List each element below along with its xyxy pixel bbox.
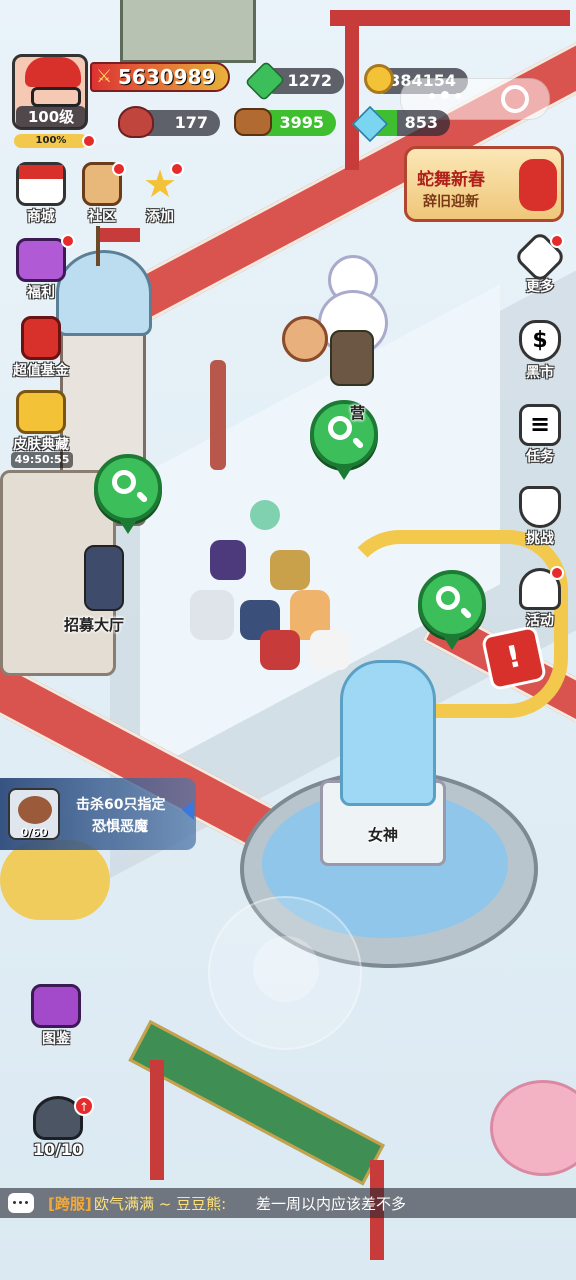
camp-npc[interactable] [330, 330, 374, 386]
drum [282, 316, 328, 362]
quest-text-line1: 击杀60只指定 [76, 797, 166, 813]
add-label: 添加 [146, 209, 174, 225]
event-subtitle: 辞旧迎新 [423, 194, 479, 210]
black-market-button[interactable]: $ 黑市 [512, 320, 568, 382]
event-character-icon [519, 159, 557, 211]
close-mini-program-icon[interactable] [501, 85, 529, 113]
tasks-label: 任务 [526, 449, 554, 465]
codex-button[interactable]: 图鉴 [20, 984, 92, 1048]
heroes-button[interactable]: 10/10 ↑ [22, 1096, 94, 1159]
skin-collection-button[interactable]: 皮肤典藏 49:50:55 [5, 390, 77, 468]
notification-dot [82, 134, 96, 148]
chat-bar[interactable]: [跨服] 欧气满满 ~ 豆豆熊: 差一周以内应该差不多 [0, 1188, 576, 1218]
chat-bubble-icon[interactable] [8, 1193, 34, 1213]
zoom-marker[interactable] [418, 570, 486, 650]
codex-label: 图鉴 [42, 1031, 70, 1047]
value-fund-label: 超值基金 [13, 363, 69, 379]
challenge-button[interactable]: 挑战 [512, 486, 568, 548]
events-button[interactable]: 活动 [512, 566, 568, 630]
recruit-npc[interactable] [84, 545, 124, 611]
exp-percent: 100% [35, 135, 67, 146]
bare-tree [210, 360, 226, 470]
power-value: 5630989 [118, 65, 216, 89]
money-bag-icon: $ [519, 320, 561, 362]
shop-icon [16, 162, 66, 206]
flag [100, 228, 140, 242]
chat-sender: 欧气满满 ~ 豆豆熊: [94, 1195, 227, 1213]
challenge-label: 挑战 [526, 531, 554, 547]
chat-message: 差一周以内应该差不多 [256, 1195, 407, 1213]
events-label: 活动 [526, 613, 554, 629]
notification-dot [550, 234, 564, 248]
value-fund-button[interactable]: 超值基金 [5, 316, 77, 380]
more-dots-icon[interactable] [429, 93, 435, 99]
zoom-marker[interactable] [310, 400, 378, 480]
notification-dot [170, 162, 184, 176]
codex-book-icon [31, 984, 81, 1028]
gate-pillar [150, 1060, 164, 1180]
hero-party[interactable] [180, 500, 360, 680]
zoom-marker[interactable] [94, 454, 162, 534]
event-banner[interactable]: 蛇舞新春 辞旧迎新 [404, 146, 564, 222]
more-button[interactable]: 更多 [512, 230, 568, 296]
event-title: 蛇舞新春 [417, 170, 485, 190]
alert-icon[interactable]: ! [480, 624, 548, 692]
red-arch [330, 10, 570, 26]
quest-text-line2: 恐惧恶魔 [92, 819, 148, 835]
temple [120, 0, 256, 63]
shield-icon [519, 486, 561, 528]
fund-icon [21, 316, 61, 360]
quest-progress: 0/60 [20, 826, 48, 839]
collapse-arrow-icon[interactable] [182, 800, 194, 820]
quest-tracker[interactable]: 0/60 击杀60只指定 恐惧恶魔 [0, 778, 196, 850]
add-button[interactable]: ★ 添加 [124, 162, 196, 226]
camp-label: 营 [350, 404, 366, 422]
wood-log-icon [234, 108, 272, 136]
chat-channel: [跨服] [48, 1195, 92, 1213]
goddess-label[interactable]: 女神 [368, 824, 398, 845]
upgrade-arrow-icon: ↑ [74, 1096, 94, 1116]
power-display: ⚔ 5630989 [90, 62, 230, 92]
tasks-button[interactable]: ≡ 任务 [512, 404, 568, 466]
chest-icon [16, 390, 66, 434]
recruit-hall-label[interactable]: 招募大厅 [64, 614, 124, 635]
arch-pillar [345, 20, 359, 170]
golden-lion-decor [0, 840, 110, 920]
notification-dot [550, 566, 564, 580]
exp-bar: 100% [14, 134, 88, 148]
player-level: 100级 [16, 106, 86, 128]
joystick-knob[interactable] [253, 936, 319, 1002]
skin-collection-timer: 49:50:55 [11, 452, 73, 468]
welfare-label: 福利 [27, 285, 55, 301]
black-market-label: 黑市 [526, 365, 554, 381]
skin-collection-label: 皮肤典藏 [13, 437, 69, 453]
notification-dot [61, 234, 75, 248]
meat-icon [118, 106, 154, 138]
goddess-statue[interactable] [340, 660, 436, 806]
crossed-swords-icon: ⚔ [96, 66, 113, 87]
welfare-button[interactable]: 福利 [5, 234, 77, 302]
gift-icon [16, 238, 66, 282]
task-list-icon: ≡ [519, 404, 561, 446]
gold-coin-icon [364, 64, 394, 94]
heroes-count: 10/10 [32, 1140, 84, 1159]
